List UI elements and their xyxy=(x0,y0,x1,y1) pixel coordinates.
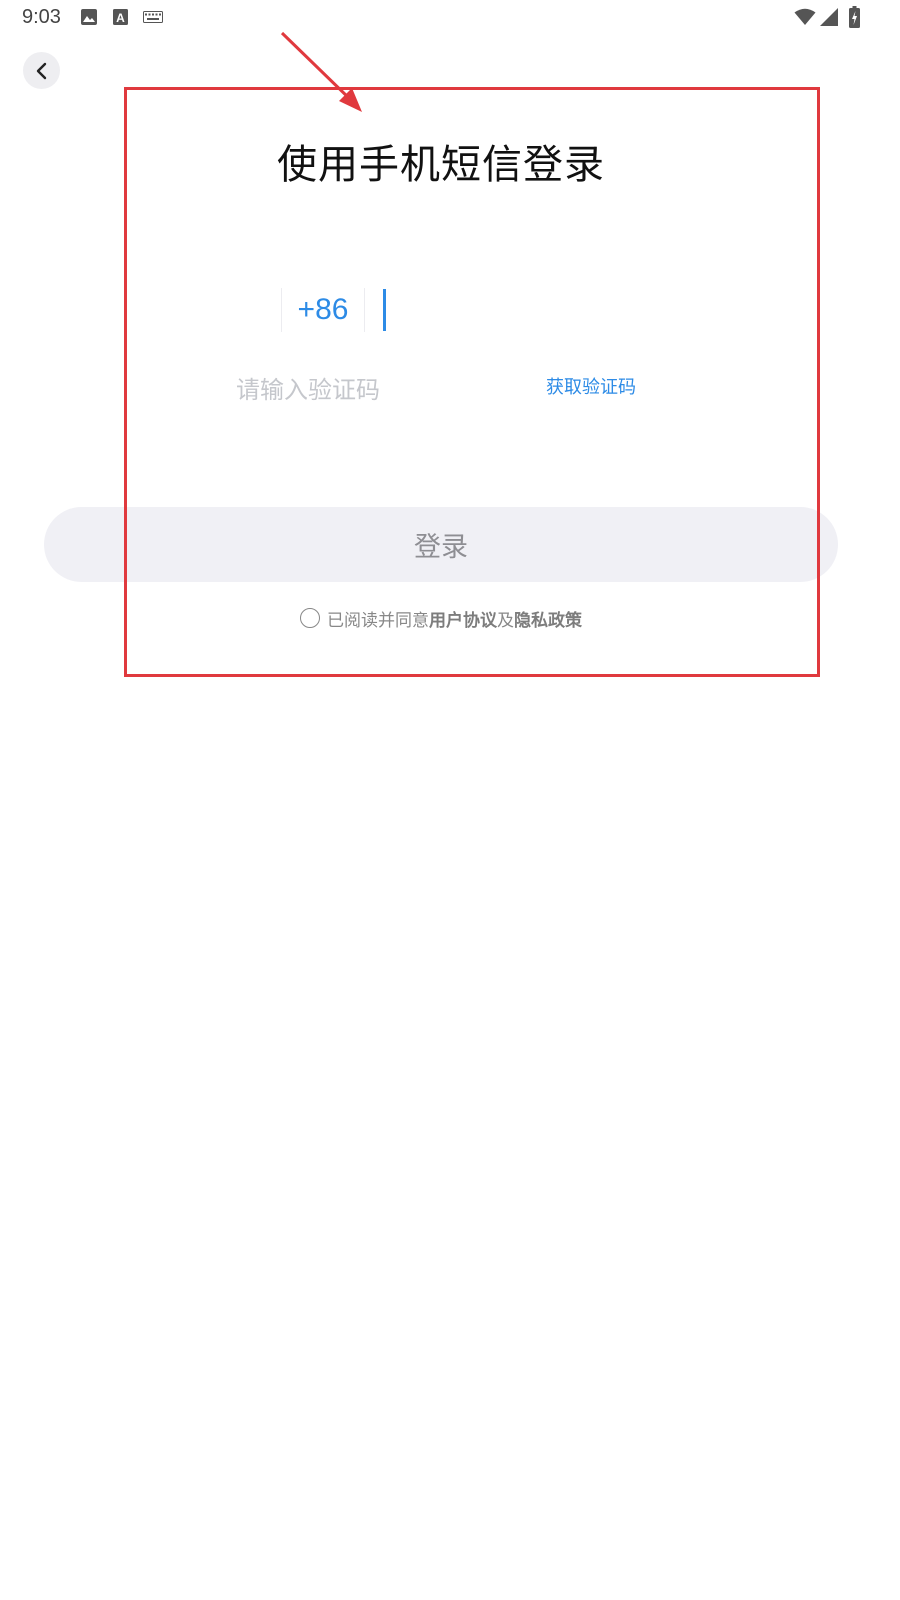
agreement-conjunction: 及 xyxy=(497,610,514,631)
country-code: +86 xyxy=(297,293,349,326)
annotation-arrow-icon xyxy=(280,31,362,112)
page-title: 使用手机短信登录 xyxy=(277,142,605,188)
back-button[interactable] xyxy=(23,52,60,89)
country-code-selector[interactable]: +86 xyxy=(281,288,365,332)
text-caret xyxy=(383,289,386,331)
phone-number-input[interactable] xyxy=(378,286,678,334)
image-icon xyxy=(80,8,98,26)
verification-code-input[interactable]: 请输入验证码 xyxy=(236,370,516,410)
get-code-button[interactable]: 获取验证码 xyxy=(546,374,636,402)
user-agreement-link[interactable]: 用户协议 xyxy=(429,606,497,631)
privacy-policy-link[interactable]: 隐私政策 xyxy=(514,606,582,631)
svg-text:A: A xyxy=(116,11,125,25)
agree-checkbox[interactable] xyxy=(300,608,320,628)
chevron-left-icon xyxy=(35,62,49,80)
login-screen: 9:03 A 使用手机短信登录 +86 请输入验证码 获取验证码 登录 已阅读并… xyxy=(0,0,900,1600)
signal-icon xyxy=(820,8,838,26)
status-time: 9:03 xyxy=(22,6,61,28)
agreement-prefix: 已阅读并同意 xyxy=(327,610,429,631)
login-button[interactable]: 登录 xyxy=(44,507,838,582)
battery-charging-icon xyxy=(849,6,860,28)
wifi-icon xyxy=(794,8,816,26)
agreement-row: 已阅读并同意 用户协议 及 隐私政策 xyxy=(300,605,582,631)
status-bar: 9:03 A xyxy=(0,0,900,36)
keyboard-icon xyxy=(143,11,163,23)
text-a-icon: A xyxy=(113,8,129,26)
